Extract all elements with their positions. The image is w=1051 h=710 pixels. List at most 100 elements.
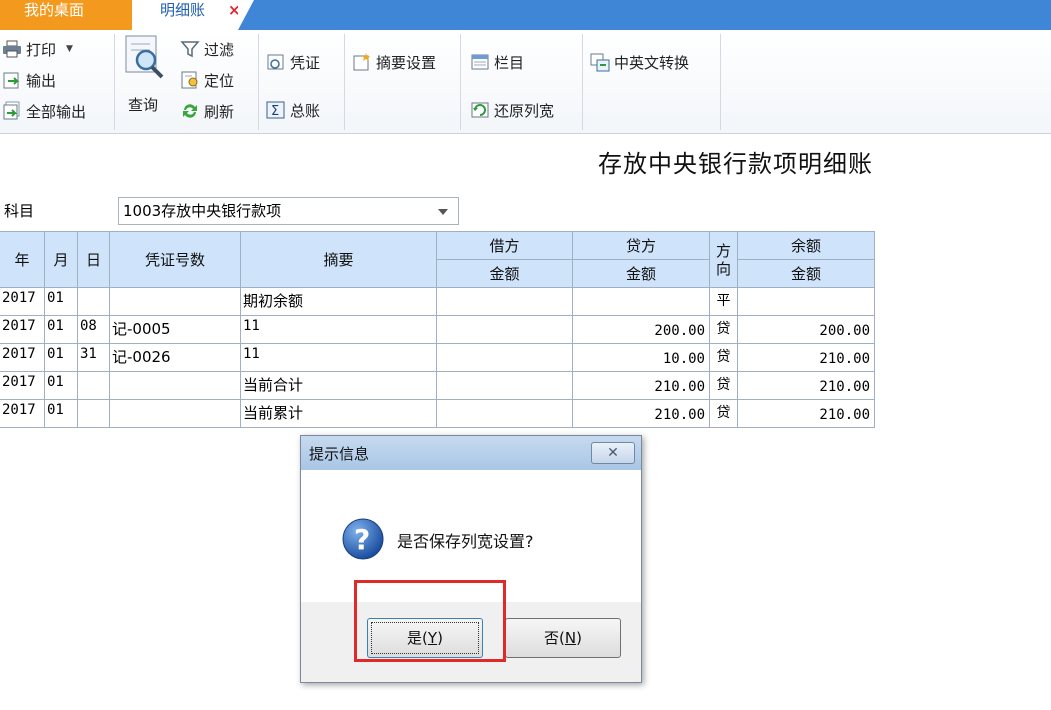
col-header-direction[interactable]: 方 向 — [709, 231, 738, 288]
cell-year: 2017 — [0, 287, 45, 316]
col-header-month[interactable]: 月 — [44, 231, 78, 288]
no-label: 否( — [544, 629, 565, 647]
toolbar-divider — [258, 34, 259, 130]
locate-button[interactable]: 定位 — [180, 68, 234, 92]
subject-label: 科目 — [4, 202, 35, 220]
svg-text:Σ: Σ — [271, 104, 279, 119]
question-icon: ? — [341, 517, 385, 561]
cell-direction: 贷 — [709, 371, 738, 400]
query-button[interactable]: 查询 — [122, 34, 168, 120]
no-button[interactable]: 否(N) — [505, 618, 621, 658]
columns-label: 栏目 — [494, 53, 525, 72]
restore-width-label: 还原列宽 — [494, 101, 555, 120]
table-row[interactable]: 2017 01 当前合计 210.00 贷 210.00 — [0, 371, 875, 400]
col-header-summary[interactable]: 摘要 — [240, 231, 437, 288]
cell-month: 01 — [44, 315, 78, 344]
yes-label-end: ) — [437, 629, 443, 647]
cell-debit — [436, 399, 573, 428]
tab-detail-ledger-label: 明细账 — [160, 1, 206, 19]
voucher-button[interactable]: 凭证 — [266, 50, 320, 74]
prompt-dialog: 提示信息 ✕ ? 是否保存列宽设置? 是(Y) 否(N) — [300, 435, 642, 683]
col-header-day[interactable]: 日 — [77, 231, 110, 288]
print-dropdown-icon[interactable]: ▼ — [66, 44, 73, 54]
print-label: 打印 — [26, 40, 57, 59]
cell-month: 01 — [44, 371, 78, 400]
col-header-debit[interactable]: 借方 — [436, 231, 573, 260]
col-header-balance[interactable]: 余额 — [737, 231, 875, 260]
yes-label: 是( — [407, 629, 428, 647]
cn-en-switch-button[interactable]: 中英文转换 — [590, 50, 689, 74]
magnifier-icon — [124, 34, 166, 80]
cell-credit — [572, 287, 710, 316]
dialog-message: 是否保存列宽设置? — [397, 532, 534, 551]
cell-debit — [436, 315, 573, 344]
chevron-down-icon[interactable] — [438, 209, 448, 215]
table-row[interactable]: 2017 01 31 记-0026 11 10.00 贷 210.00 — [0, 343, 875, 372]
cell-voucher[interactable] — [109, 399, 241, 428]
col-header-balance-amount[interactable]: 金额 — [737, 259, 875, 288]
dialog-close-icon[interactable]: ✕ — [591, 442, 635, 464]
cell-year: 2017 — [0, 371, 45, 400]
cell-voucher[interactable]: 记-0005 — [109, 315, 241, 344]
cell-month: 01 — [44, 399, 78, 428]
locate-label: 定位 — [204, 71, 235, 90]
subject-dropdown[interactable]: 1003存放中央银行款项 — [118, 197, 459, 225]
tab-detail-ledger[interactable]: 明细账 × — [132, 0, 254, 30]
general-ledger-button[interactable]: Σ 总账 — [266, 98, 320, 122]
cell-voucher[interactable] — [109, 287, 241, 316]
cell-voucher[interactable] — [109, 371, 241, 400]
dialog-body: ? 是否保存列宽设置? — [301, 470, 641, 602]
cell-debit — [436, 287, 573, 316]
svg-text:?: ? — [354, 523, 370, 556]
export-all-label: 全部输出 — [26, 102, 87, 121]
cell-summary: 11 — [240, 343, 437, 372]
columns-button[interactable]: 栏目 — [470, 50, 524, 74]
refresh-button[interactable]: 刷新 — [180, 99, 234, 123]
sigma-icon: Σ — [266, 100, 286, 120]
print-button[interactable]: 打印 ▼ — [2, 37, 73, 61]
export-all-button[interactable]: 全部输出 — [2, 99, 86, 123]
table-row[interactable]: 2017 01 08 记-0005 11 200.00 贷 200.00 — [0, 315, 875, 344]
col-header-direction-line1: 方 — [715, 241, 731, 260]
col-header-credit[interactable]: 贷方 — [572, 231, 710, 260]
cell-month: 01 — [44, 343, 78, 372]
cell-summary: 当前合计 — [240, 371, 437, 400]
col-header-debit-amount[interactable]: 金额 — [436, 259, 573, 288]
toolbar-divider — [114, 34, 115, 130]
summary-settings-button[interactable]: 摘要设置 — [352, 50, 436, 74]
yes-hotkey: Y — [427, 629, 438, 647]
voucher-label: 凭证 — [290, 53, 321, 72]
dialog-titlebar[interactable]: 提示信息 ✕ — [301, 436, 641, 470]
toolbar-divider — [344, 34, 345, 130]
cell-direction: 平 — [709, 287, 738, 316]
table-row[interactable]: 2017 01 当前累计 210.00 贷 210.00 — [0, 399, 875, 428]
printer-icon — [2, 39, 22, 59]
yes-button[interactable]: 是(Y) — [367, 618, 483, 658]
export-label: 输出 — [26, 71, 57, 90]
cell-credit: 210.00 — [572, 399, 710, 428]
report-title: 存放中央银行款项明细账 — [598, 150, 873, 178]
cell-voucher[interactable]: 记-0026 — [109, 343, 241, 372]
language-switch-icon — [590, 52, 610, 72]
toolbar-divider — [720, 34, 721, 130]
tab-my-desktop[interactable]: 我的桌面 — [0, 0, 132, 30]
toolbar: 打印 ▼ 输出 全部输出 查询 过滤 定位 刷新 凭证 Σ 总账 摘要设置 栏目… — [0, 30, 1051, 134]
cell-credit: 200.00 — [572, 315, 710, 344]
voucher-icon — [266, 52, 286, 72]
cell-summary: 11 — [240, 315, 437, 344]
cell-direction: 贷 — [709, 343, 738, 372]
dialog-title: 提示信息 — [309, 445, 370, 463]
col-header-voucher-no[interactable]: 凭证号数 — [109, 231, 241, 288]
filter-button[interactable]: 过滤 — [180, 37, 234, 61]
query-label: 查询 — [128, 96, 159, 114]
table-row[interactable]: 2017 01 期初余额 平 — [0, 287, 875, 316]
cell-year: 2017 — [0, 343, 45, 372]
refresh-label: 刷新 — [204, 102, 235, 121]
col-header-credit-amount[interactable]: 金额 — [572, 259, 710, 288]
filter-icon — [180, 39, 200, 59]
no-label-end: ) — [576, 629, 582, 647]
filter-label: 过滤 — [204, 40, 235, 59]
restore-width-button[interactable]: 还原列宽 — [470, 98, 554, 122]
export-button[interactable]: 输出 — [2, 68, 56, 92]
col-header-year[interactable]: 年 — [0, 231, 45, 288]
